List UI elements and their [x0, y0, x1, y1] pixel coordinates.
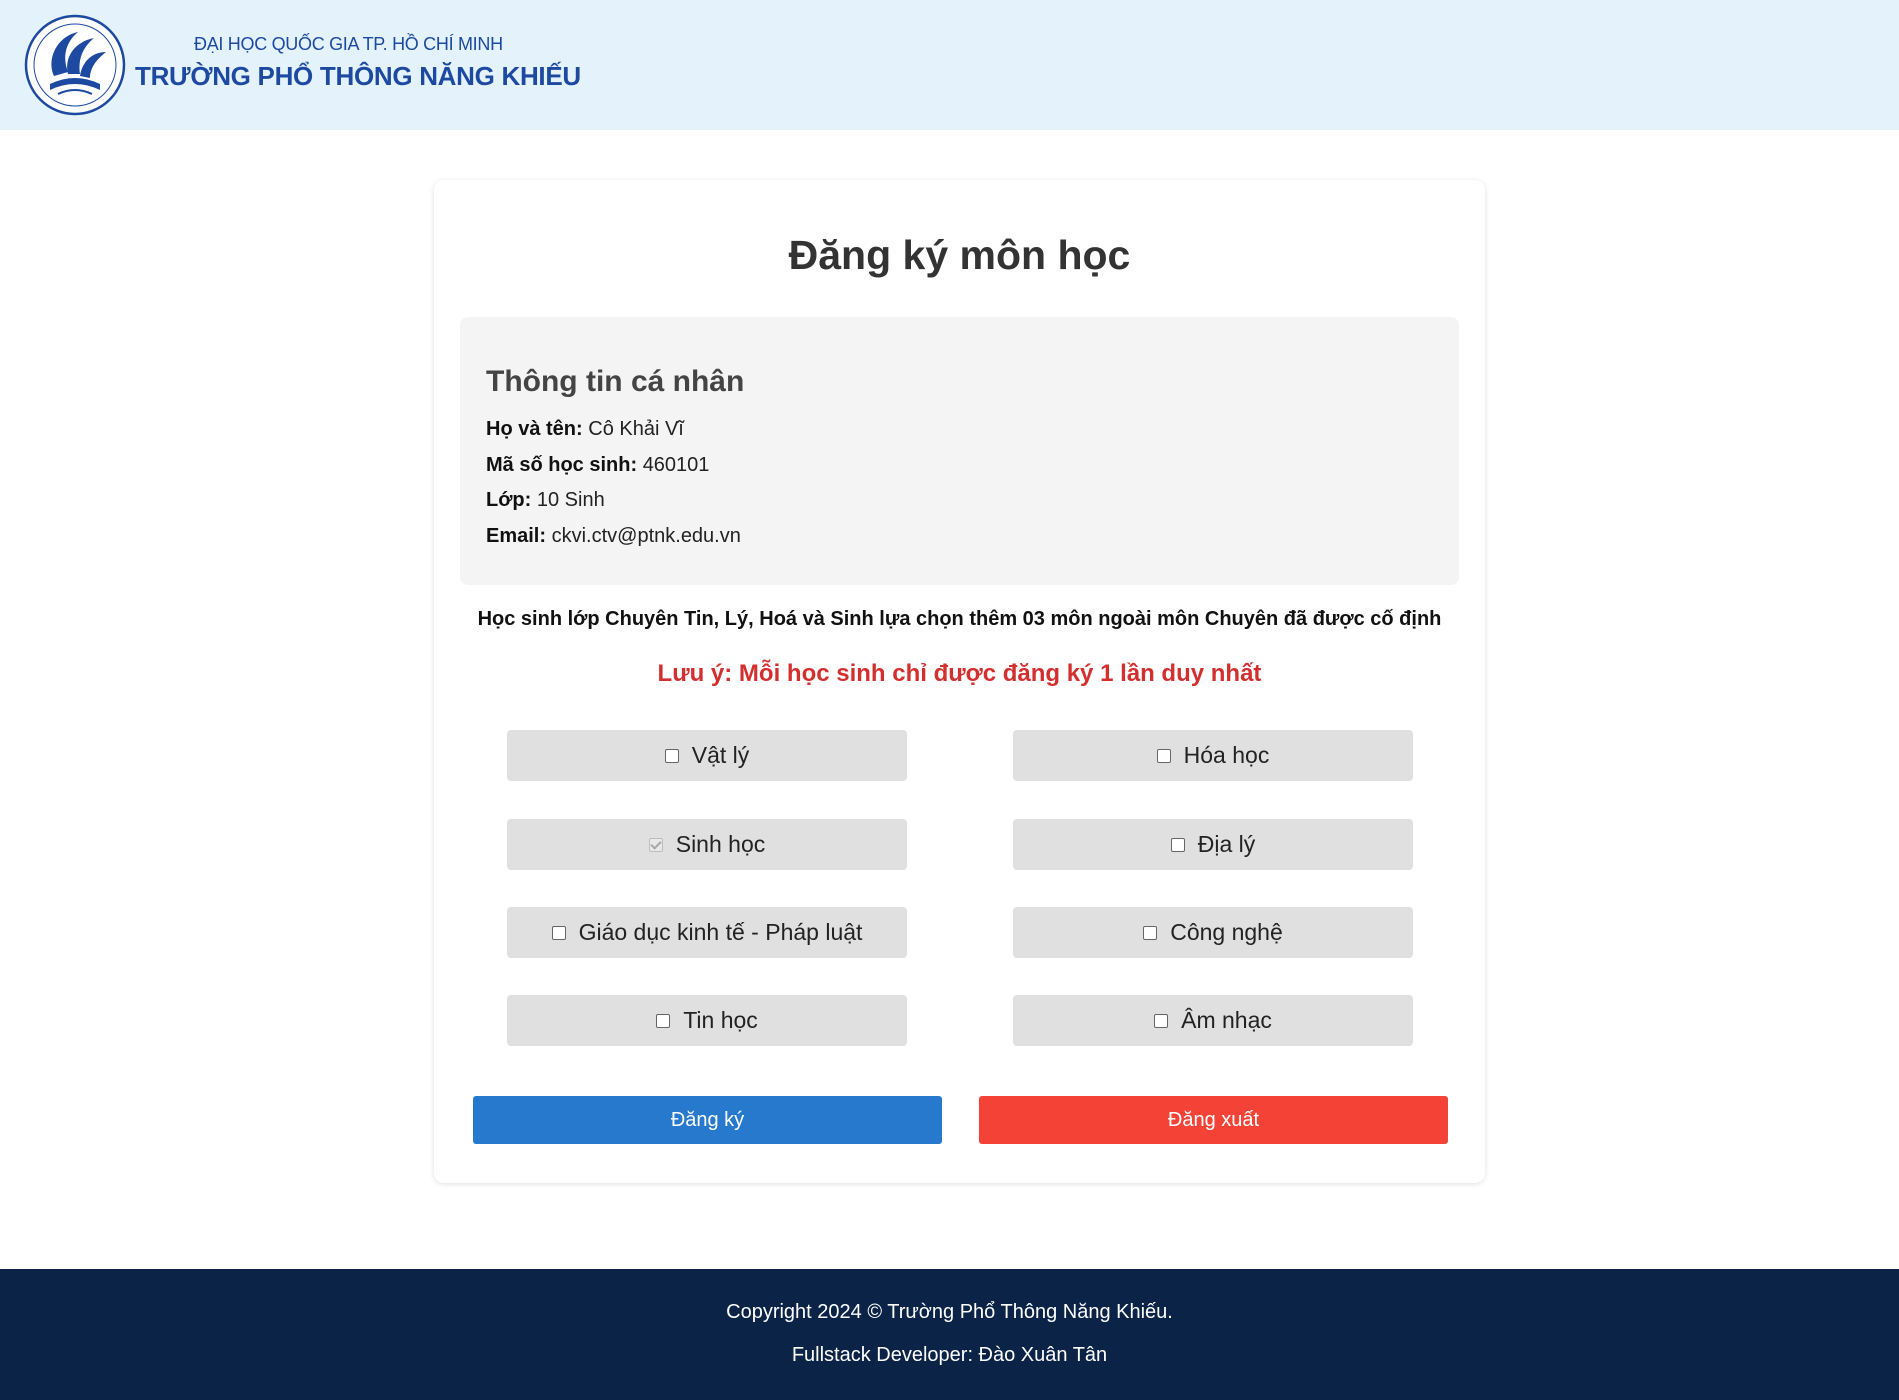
subject-label: Vật lý: [691, 742, 750, 768]
registration-card: Đăng ký môn học Thông tin cá nhân Họ và …: [434, 180, 1485, 1183]
subject-label: Địa lý: [1197, 831, 1256, 857]
school-logo-icon: [24, 14, 126, 116]
subject-label: Sinh học: [675, 831, 766, 857]
checkbox[interactable]: [1143, 925, 1158, 940]
info-name-value: Cô Khải Vĩ: [588, 418, 684, 440]
checkbox[interactable]: [1154, 1013, 1169, 1028]
subject-option-chemistry[interactable]: Hóa học: [1013, 730, 1413, 781]
info-email-row: Email: ckvi.ctv@ptnk.edu.vn: [486, 525, 741, 548]
subject-label: Giáo dục kinh tế - Pháp luật: [578, 919, 863, 945]
info-class-value: 10 Sinh: [536, 489, 605, 511]
info-name-label: Họ và tên:: [486, 418, 583, 440]
info-id-value: 460101: [642, 454, 710, 476]
site-footer: Copyright 2024 © Trường Phổ Thông Năng K…: [0, 1269, 1899, 1400]
subject-label: Công nghệ: [1170, 919, 1283, 945]
logout-button[interactable]: Đăng xuất: [979, 1096, 1448, 1144]
footer-developer: Fullstack Developer: Đào Xuân Tân: [791, 1344, 1108, 1366]
checkbox[interactable]: [1156, 748, 1171, 763]
info-class-label: Lớp:: [486, 489, 532, 511]
personal-info-title: Thông tin cá nhân: [486, 365, 745, 398]
info-id-label: Mã số học sinh:: [486, 454, 638, 476]
subject-option-civics[interactable]: Giáo dục kinh tế - Pháp luật: [507, 907, 907, 958]
instruction-text: Học sinh lớp Chuyên Tin, Lý, Hoá và Sinh…: [477, 608, 1442, 630]
logo-school-name: TRƯỜNG PHỔ THÔNG NĂNG KHIẾU: [135, 61, 581, 91]
info-id-row: Mã số học sinh: 460101: [486, 454, 709, 477]
subject-option-informatics[interactable]: Tin học: [507, 995, 907, 1046]
subject-option-physics[interactable]: Vật lý: [507, 730, 907, 781]
checkbox[interactable]: [1170, 837, 1185, 852]
subject-option-music[interactable]: Âm nhạc: [1013, 995, 1413, 1046]
personal-info-panel: Thông tin cá nhân Họ và tên: Cô Khải Vĩ …: [460, 317, 1459, 585]
checkbox[interactable]: [656, 1013, 671, 1028]
info-class-row: Lớp: 10 Sinh: [486, 489, 605, 512]
footer-copyright: Copyright 2024 © Trường Phổ Thông Năng K…: [726, 1301, 1173, 1323]
subject-label: Tin học: [683, 1007, 758, 1033]
checkbox[interactable]: [664, 748, 679, 763]
warning-text: Lưu ý: Mỗi học sinh chỉ được đăng ký 1 l…: [657, 660, 1262, 687]
register-button[interactable]: Đăng ký: [473, 1096, 942, 1144]
site-header: ĐẠI HỌC QUỐC GIA TP. HỒ CHÍ MINH TRƯỜNG …: [0, 0, 1899, 130]
subject-option-biology[interactable]: Sinh học: [507, 819, 907, 870]
info-name-row: Họ và tên: Cô Khải Vĩ: [486, 418, 684, 441]
info-email-label: Email:: [486, 525, 547, 547]
logo-text: ĐẠI HỌC QUỐC GIA TP. HỒ CHÍ MINH TRƯỜNG …: [135, 34, 581, 92]
subject-option-geography[interactable]: Địa lý: [1013, 819, 1413, 870]
page-title: Đăng ký môn học: [788, 232, 1131, 278]
logo-university: ĐẠI HỌC QUỐC GIA TP. HỒ CHÍ MINH: [194, 34, 503, 54]
subject-label: Hóa học: [1183, 742, 1270, 768]
subject-option-technology[interactable]: Công nghệ: [1013, 907, 1413, 958]
subject-label: Âm nhạc: [1181, 1007, 1272, 1033]
checkbox[interactable]: [551, 925, 566, 940]
info-email-value: ckvi.ctv@ptnk.edu.vn: [551, 525, 741, 547]
checkbox-checked-disabled: [648, 837, 663, 852]
